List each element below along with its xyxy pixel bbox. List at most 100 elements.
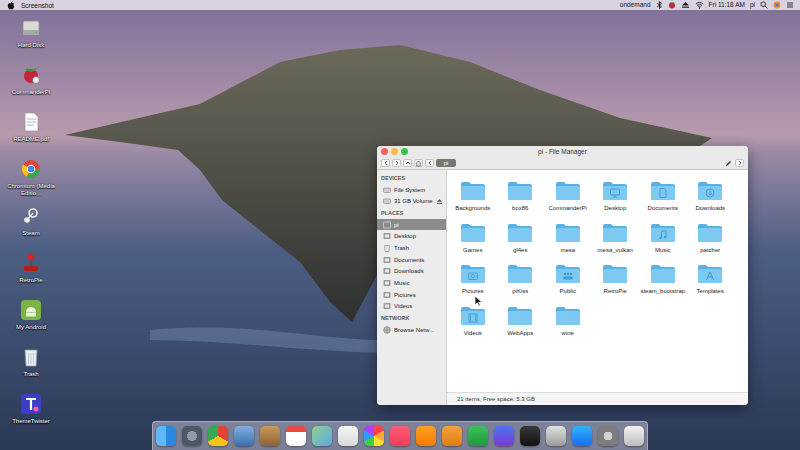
- keynote-icon[interactable]: [494, 426, 514, 446]
- chromium-icon[interactable]: [208, 426, 228, 446]
- sidebar-item[interactable]: Videos: [377, 301, 446, 313]
- folder-icon[interactable]: [650, 264, 676, 284]
- folder-label[interactable]: steam_bootstrap: [640, 287, 685, 295]
- close-button[interactable]: [381, 148, 388, 155]
- desktop-icon-label[interactable]: README.pdf: [1, 136, 61, 143]
- folder-icon[interactable]: [602, 264, 628, 284]
- desktop-icon[interactable]: Hard Disk: [0, 17, 62, 64]
- folder-icon[interactable]: [555, 306, 581, 326]
- folder-icon[interactable]: [507, 181, 533, 201]
- notes-icon[interactable]: [260, 426, 280, 446]
- appstore-icon[interactable]: [572, 426, 592, 446]
- folder-icon[interactable]: [650, 181, 676, 201]
- sidebar-item[interactable]: Desktop: [377, 230, 446, 242]
- sidebar-item[interactable]: Music: [377, 277, 446, 289]
- folder-item[interactable]: Public: [544, 264, 592, 295]
- folder-item[interactable]: Desktop: [592, 181, 640, 212]
- folder-label[interactable]: Downloads: [695, 204, 725, 212]
- folder-icon[interactable]: [602, 223, 628, 243]
- pages-icon[interactable]: [442, 426, 462, 446]
- folder-icon[interactable]: [555, 264, 581, 284]
- notification-list-icon[interactable]: [786, 1, 794, 9]
- android-icon[interactable]: [20, 299, 42, 321]
- folder-icon[interactable]: [507, 306, 533, 326]
- folder-icon[interactable]: [460, 181, 486, 201]
- sidebar-item[interactable]: Trash: [377, 242, 446, 254]
- player-icon[interactable]: [416, 426, 436, 446]
- desktop-icon-label[interactable]: My Android: [1, 324, 61, 331]
- raspberry-icon[interactable]: [668, 1, 676, 9]
- folder-item[interactable]: piKiss: [497, 264, 545, 295]
- sidebar-item-label[interactable]: Pictures: [394, 292, 443, 298]
- desktop-icon[interactable]: ThemeTwister: [0, 393, 62, 440]
- home-button[interactable]: [414, 159, 423, 167]
- folder-icon[interactable]: [460, 306, 486, 326]
- folder-icon[interactable]: [460, 223, 486, 243]
- folder-item[interactable]: RetroPie: [592, 264, 640, 295]
- folder-item[interactable]: WebApps: [497, 306, 545, 337]
- folder-icon[interactable]: [507, 223, 533, 243]
- textedit-icon[interactable]: [338, 426, 358, 446]
- sidebar-item[interactable]: Browse Netw...: [377, 324, 446, 336]
- folder-label[interactable]: wine: [562, 329, 574, 337]
- desktop-icon[interactable]: Trash: [0, 346, 62, 393]
- folder-item[interactable]: Games: [449, 223, 497, 254]
- folder-icon[interactable]: [697, 223, 723, 243]
- pdf-icon[interactable]: [20, 111, 42, 133]
- sidebar-item-label[interactable]: Browse Netw...: [394, 327, 443, 333]
- desktop-icon-label[interactable]: ThemeTwister: [1, 418, 61, 425]
- desktop-icon[interactable]: My Android: [0, 299, 62, 346]
- folder-item[interactable]: box86: [497, 181, 545, 212]
- back-button[interactable]: [381, 159, 390, 167]
- trash-icon[interactable]: [20, 346, 42, 368]
- folder-item[interactable]: patcher: [687, 223, 735, 254]
- wifi-icon[interactable]: [695, 1, 704, 9]
- desktop-icon[interactable]: Steam: [0, 205, 62, 252]
- folder-label[interactable]: gl4es: [513, 246, 527, 254]
- folder-icon[interactable]: [460, 264, 486, 284]
- sidebar-item[interactable]: Pictures: [377, 289, 446, 301]
- desktop-icon[interactable]: README.pdf: [0, 111, 62, 158]
- folder-label[interactable]: Desktop: [604, 204, 626, 212]
- calendar-icon[interactable]: [286, 426, 306, 446]
- folder-item[interactable]: steam_bootstrap: [639, 264, 687, 295]
- folder-label[interactable]: Music: [655, 246, 671, 254]
- folder-icon[interactable]: [697, 181, 723, 201]
- photos-icon[interactable]: [364, 426, 384, 446]
- maximize-button[interactable]: [401, 148, 408, 155]
- eject-icon[interactable]: [436, 198, 443, 205]
- desktop-icon-label[interactable]: Trash: [1, 371, 61, 378]
- user-name[interactable]: pi: [750, 0, 755, 10]
- trash-icon[interactable]: [624, 426, 644, 446]
- sidebar-item-label[interactable]: File System: [394, 187, 443, 193]
- sidebar-item[interactable]: pi: [377, 219, 446, 231]
- launchpad-icon[interactable]: [182, 426, 202, 446]
- up-button[interactable]: [403, 159, 412, 167]
- folder-label[interactable]: piKiss: [512, 287, 528, 295]
- folder-icon[interactable]: [555, 181, 581, 201]
- preview-icon[interactable]: [234, 426, 254, 446]
- sidebar-item-label[interactable]: Desktop: [394, 233, 443, 239]
- folder-label[interactable]: box86: [512, 204, 528, 212]
- folder-item[interactable]: mesa_vulkan: [592, 223, 640, 254]
- sidebar-item-label[interactable]: 31 GB Volume: [394, 198, 433, 204]
- sidebar-item[interactable]: Documents: [377, 254, 446, 266]
- desktop-icon-label[interactable]: Hard Disk: [1, 42, 61, 49]
- sidebar-item-label[interactable]: Downloads: [394, 268, 443, 274]
- folder-label[interactable]: Documents: [648, 204, 678, 212]
- cpu-governor[interactable]: ondemand: [620, 0, 651, 10]
- finder-icon[interactable]: [156, 426, 176, 446]
- terminal-icon[interactable]: [520, 426, 540, 446]
- folder-label[interactable]: CommanderPi: [549, 204, 587, 212]
- folder-label[interactable]: mesa: [560, 246, 575, 254]
- edit-path-button[interactable]: [724, 159, 733, 167]
- steam-icon[interactable]: [20, 205, 42, 227]
- folder-label[interactable]: Games: [463, 246, 482, 254]
- search-icon[interactable]: [760, 1, 768, 9]
- path-back-button[interactable]: [425, 159, 434, 167]
- desktop-icon[interactable]: RetroPie: [0, 252, 62, 299]
- folder-item[interactable]: Backgrounds: [449, 181, 497, 212]
- path-button[interactable]: pi: [436, 159, 456, 167]
- sidebar-item[interactable]: File System: [377, 184, 446, 196]
- minimize-button[interactable]: [391, 148, 398, 155]
